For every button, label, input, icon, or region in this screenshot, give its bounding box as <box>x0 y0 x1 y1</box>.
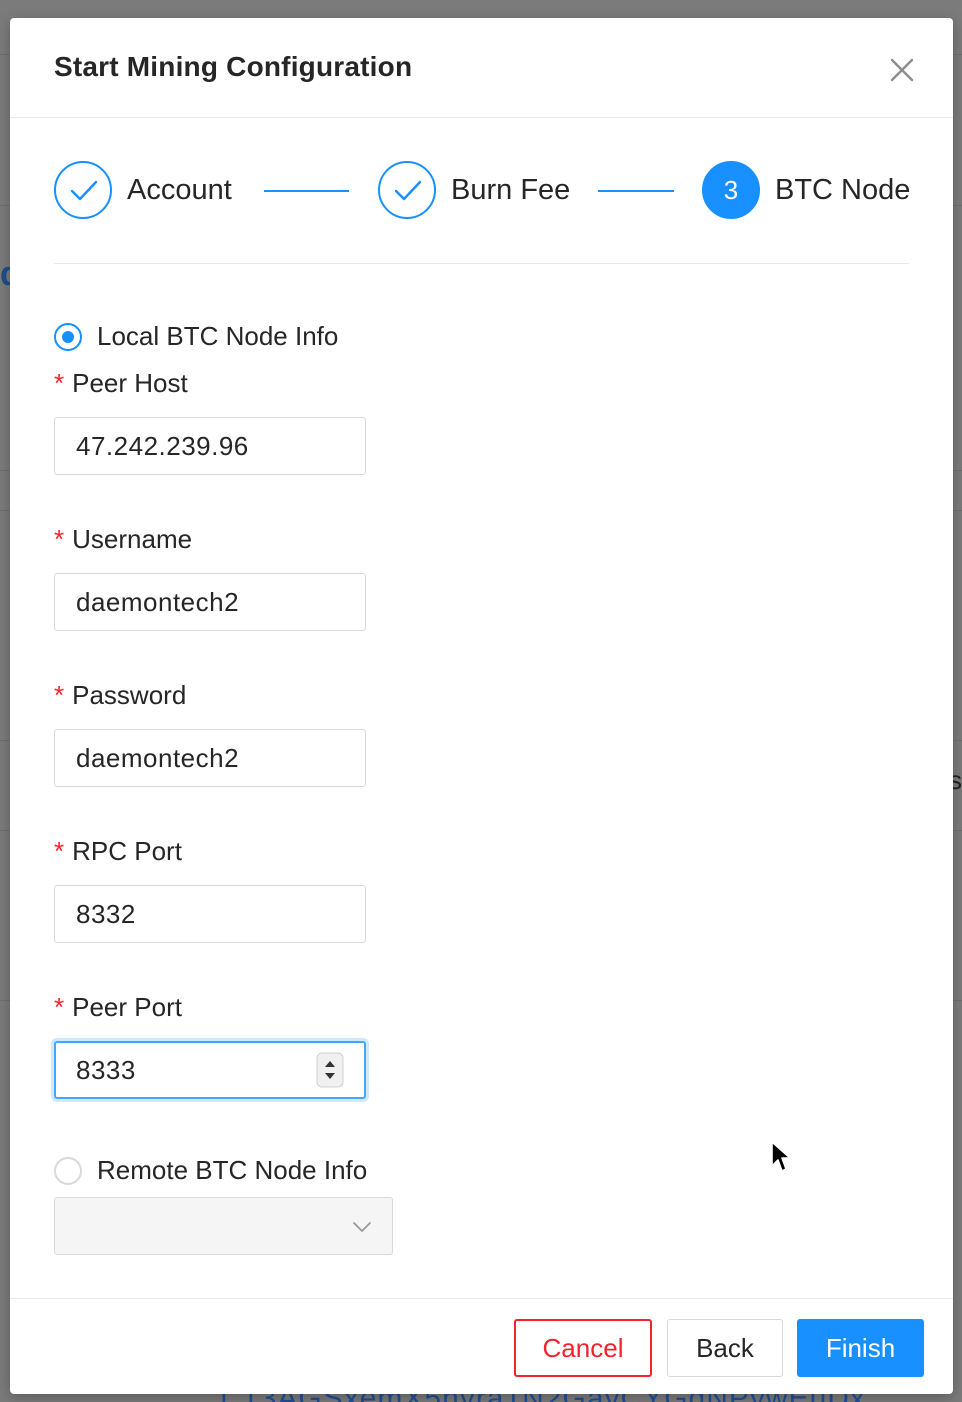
username-label: * Username <box>54 524 192 555</box>
local-node-radio-label[interactable]: Local BTC Node Info <box>97 321 338 352</box>
step-connector <box>264 190 349 192</box>
step-account-check-icon <box>54 161 112 219</box>
rpc-port-label-text: RPC Port <box>72 836 182 866</box>
password-label: * Password <box>54 680 186 711</box>
step-label-account: Account <box>127 174 232 206</box>
step-label-btc-node: BTC Node <box>775 174 911 206</box>
steps-bar: Account Burn Fee 3 BTC Node <box>10 118 953 264</box>
mouse-pointer-icon <box>771 1141 791 1172</box>
step-number-badge: 3 <box>702 161 760 219</box>
modal-footer: Cancel Back Finish <box>10 1298 953 1395</box>
finish-button[interactable]: Finish <box>797 1319 924 1377</box>
required-mark: * <box>54 368 65 398</box>
peer-port-value: 8333 <box>76 1055 136 1085</box>
step-burn-fee-check-icon <box>378 161 436 219</box>
steps-divider <box>54 263 909 264</box>
peer-host-label: * Peer Host <box>54 368 188 399</box>
peer-host-input[interactable]: 47.242.239.96 <box>54 417 366 475</box>
remote-node-select[interactable] <box>54 1197 393 1255</box>
local-node-radio[interactable] <box>54 323 82 351</box>
close-icon[interactable] <box>886 54 918 86</box>
modal-header: Start Mining Configuration <box>10 18 953 118</box>
peer-port-label: * Peer Port <box>54 992 182 1023</box>
required-mark: * <box>54 680 65 710</box>
cancel-button[interactable]: Cancel <box>514 1319 652 1377</box>
remote-node-radio-label[interactable]: Remote BTC Node Info <box>97 1155 367 1186</box>
password-label-text: Password <box>72 680 187 710</box>
start-mining-modal: Start Mining Configuration Account Burn … <box>10 18 953 1394</box>
rpc-port-input[interactable]: 8332 <box>54 885 366 943</box>
remote-node-radio[interactable] <box>54 1157 82 1185</box>
modal-title: Start Mining Configuration <box>54 51 413 82</box>
close-button[interactable] <box>886 54 918 86</box>
rpc-port-label: * RPC Port <box>54 836 182 867</box>
required-mark: * <box>54 836 65 866</box>
required-mark: * <box>54 524 65 554</box>
peer-port-number-input[interactable]: 8333 <box>54 1041 366 1099</box>
username-label-text: Username <box>72 524 193 554</box>
peer-port-label-text: Peer Port <box>72 992 182 1022</box>
chevron-down-icon <box>353 1222 371 1232</box>
required-mark: * <box>54 992 65 1022</box>
step-label-burn-fee: Burn Fee <box>451 174 571 206</box>
password-input[interactable]: daemontech2 <box>54 729 366 787</box>
number-stepper-icon[interactable] <box>316 1052 344 1088</box>
step-connector <box>598 190 674 192</box>
back-button[interactable]: Back <box>667 1319 783 1377</box>
username-input[interactable]: daemontech2 <box>54 573 366 631</box>
peer-host-label-text: Peer Host <box>72 368 188 398</box>
